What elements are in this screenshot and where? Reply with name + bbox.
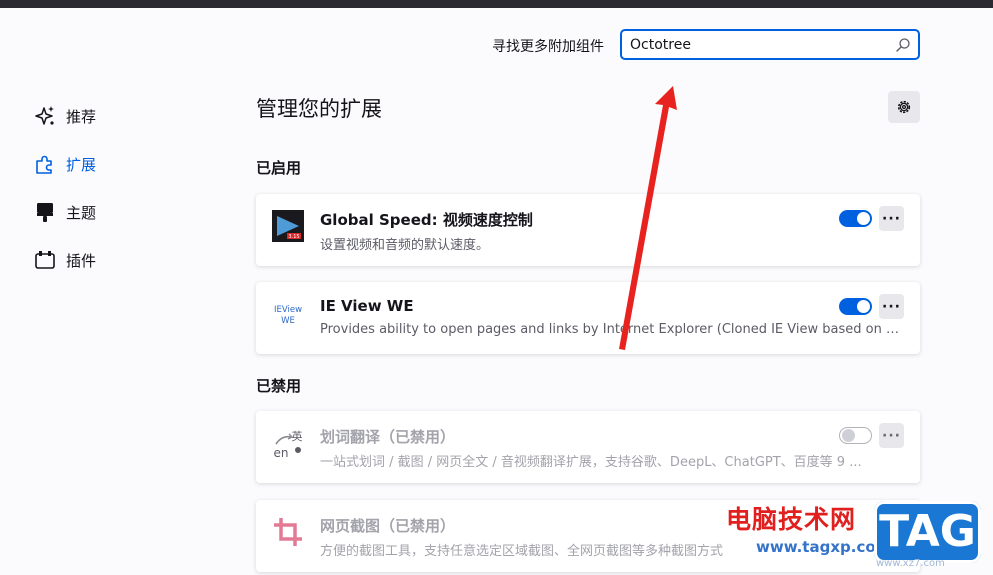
sidebar-item-extensions[interactable]: 扩展 [34, 140, 194, 188]
enabled-section-heading: 已启用 [256, 159, 302, 177]
more-options-button[interactable]: ··· [879, 206, 904, 231]
search-box[interactable] [620, 29, 920, 60]
watermark-url: www.tagxp.com [756, 538, 892, 556]
sparkle-icon [34, 105, 56, 127]
sidebar-item-label: 扩展 [66, 155, 97, 174]
sidebar-item-plugins[interactable]: 插件 [34, 236, 194, 284]
svg-text:3.15: 3.15 [288, 234, 299, 240]
extension-card[interactable]: 英 en 划词翻译（已禁用） 一站式划词 / 截图 / 网页全文 / 音视频翻译… [256, 411, 920, 483]
extension-description: 一站式划词 / 截图 / 网页全文 / 音视频翻译扩展，支持谷歌、DeepL、C… [320, 455, 862, 470]
crop-icon [272, 516, 304, 548]
page-title: 管理您的扩展 [256, 97, 382, 121]
search-icon[interactable] [895, 37, 911, 53]
sidebar-item-label: 插件 [66, 251, 97, 270]
watermark-text: 电脑技术网 [726, 505, 857, 534]
extension-description: Provides ability to open pages and links… [320, 322, 902, 337]
ieview-icon-text: IEView [274, 305, 302, 315]
watermark-logo: TAG [874, 501, 981, 563]
search-label: 寻找更多附加组件 [492, 39, 604, 55]
ieview-icon-text: WE [281, 316, 295, 326]
settings-button[interactable] [888, 91, 920, 123]
extension-name: 划词翻译（已禁用） [320, 428, 456, 446]
more-options-button[interactable]: ··· [879, 423, 904, 448]
extension-card[interactable]: IEView WE IE View WE Provides ability to… [256, 282, 920, 354]
extension-enable-toggle[interactable] [839, 298, 872, 315]
extension-name: Global Speed: 视频速度控制 [320, 211, 533, 229]
translate-icon-text: 英 [292, 429, 303, 443]
window-top-bar [0, 0, 993, 8]
sidebar-item-themes[interactable]: 主题 [34, 188, 194, 236]
more-options-button[interactable]: ··· [879, 294, 904, 319]
extension-description: 设置视频和音频的默认速度。 [320, 238, 490, 253]
extension-enable-toggle[interactable] [839, 427, 872, 444]
plugin-icon [34, 249, 56, 271]
sidebar-item-recommended[interactable]: 推荐 [34, 92, 194, 140]
gear-icon [897, 100, 911, 114]
disabled-section-heading: 已禁用 [256, 377, 302, 395]
extension-name: 网页截图（已禁用） [320, 517, 456, 535]
watermark-sub-url: www.xz7.com [876, 558, 945, 569]
ieview-icon: IEView WE [272, 298, 304, 330]
paintbrush-icon [34, 201, 56, 223]
extension-name: IE View WE [320, 297, 414, 315]
category-sidebar: 推荐 扩展 主题 插件 [34, 92, 194, 284]
sidebar-item-label: 主题 [66, 203, 97, 222]
global-speed-icon: 3.15 [272, 210, 304, 242]
extension-card[interactable]: 3.15 Global Speed: 视频速度控制 设置视频和音频的默认速度。 … [256, 194, 920, 266]
extension-enable-toggle[interactable] [839, 210, 872, 227]
watermark: 电脑技术网 www.tagxp.com TAG www.xz7.com [726, 498, 993, 575]
search-input[interactable] [630, 35, 885, 55]
translate-icon-text: en [274, 446, 289, 459]
translate-icon: 英 en [272, 427, 304, 460]
sidebar-item-label: 推荐 [66, 107, 97, 126]
puzzle-icon [34, 153, 56, 175]
